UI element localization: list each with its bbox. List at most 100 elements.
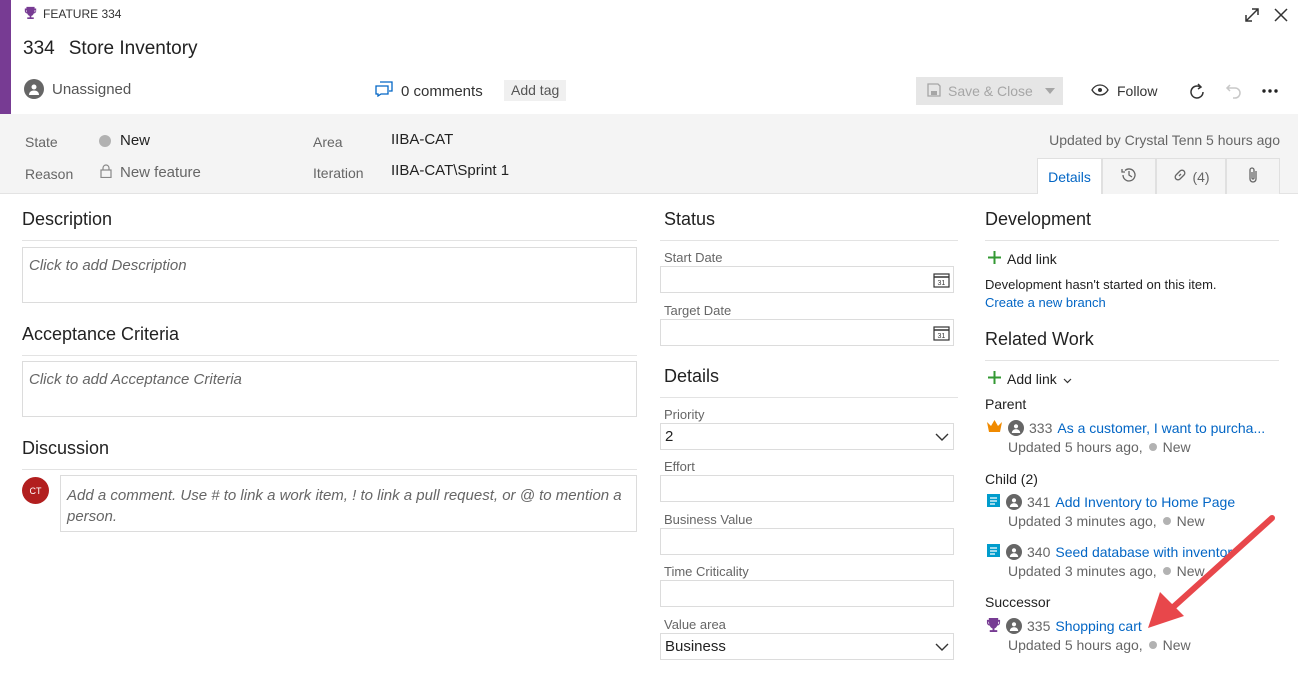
trophy-icon	[986, 617, 1001, 635]
calendar-icon[interactable]: 31	[933, 325, 950, 344]
close-icon[interactable]	[1273, 7, 1289, 26]
divider	[985, 240, 1279, 241]
dev-status-text: Development hasn't started on this item.	[985, 277, 1217, 292]
value-area-label: Value area	[664, 617, 726, 632]
assigned-to-label: Unassigned	[52, 80, 132, 98]
related-add-link-button[interactable]: Add link	[988, 371, 1072, 387]
value-area-select[interactable]: Business	[660, 633, 954, 660]
work-item-type: FEATURE 334	[24, 6, 121, 22]
work-item-type-label: FEATURE 334	[43, 7, 122, 21]
development-title: Development	[985, 209, 1092, 229]
updated-text: Updated 5 hours ago,	[1008, 637, 1143, 653]
more-actions-icon[interactable]	[1261, 83, 1279, 99]
child-label: Child (2)	[985, 471, 1038, 487]
details-title: Details	[664, 366, 720, 386]
person-icon	[1006, 494, 1022, 510]
work-item-id: 333	[1029, 419, 1053, 436]
plus-icon	[988, 371, 1001, 387]
work-item-title-text[interactable]: Store Inventory	[69, 38, 198, 60]
chevron-down-icon	[1063, 371, 1072, 387]
save-icon	[926, 82, 942, 101]
crown-icon	[986, 419, 1003, 436]
area-label: Area	[313, 134, 343, 150]
description-editor[interactable]: Click to add Description	[22, 247, 637, 303]
divider	[660, 240, 958, 241]
divider	[985, 360, 1279, 361]
target-date-input[interactable]	[660, 319, 954, 346]
reason-field: New feature	[100, 164, 201, 181]
backlog-item-icon	[986, 493, 1001, 511]
effort-input[interactable]	[660, 475, 954, 502]
acceptance-criteria-editor[interactable]: Click to add Acceptance Criteria	[22, 361, 637, 417]
state-dot-icon	[1148, 641, 1157, 649]
svg-text:31: 31	[938, 333, 946, 340]
tab-links[interactable]: (4)	[1156, 158, 1226, 194]
work-item-id: 340	[1027, 544, 1051, 560]
refresh-icon[interactable]	[1187, 82, 1207, 102]
add-link-label: Add link	[1007, 371, 1057, 387]
discussion-title: Discussion	[22, 438, 110, 458]
add-tag-button[interactable]: Add tag	[504, 80, 567, 101]
value-area-value: Business	[665, 638, 726, 655]
divider	[660, 397, 958, 398]
state-field[interactable]: New	[99, 132, 150, 149]
iteration-value[interactable]: IIBA-CAT\Sprint 1	[391, 162, 509, 179]
reason-label: Reason	[25, 166, 74, 182]
follow-button[interactable]: Follow	[1091, 83, 1157, 99]
expand-icon[interactable]	[1243, 6, 1261, 27]
discussion-placeholder: Add a comment. Use # to link a work item…	[67, 487, 622, 525]
start-date-label: Start Date	[664, 250, 723, 265]
state-text: New	[1162, 439, 1191, 455]
person-icon	[1006, 544, 1022, 560]
tab-history[interactable]	[1102, 158, 1156, 194]
undo-icon[interactable]	[1225, 82, 1243, 100]
acceptance-placeholder: Click to add Acceptance Criteria	[29, 371, 242, 388]
tab-bar: Details (4)	[1037, 158, 1280, 194]
related-work-title: Related Work	[985, 329, 1094, 349]
work-item-id: 334	[23, 38, 55, 59]
lock-icon	[100, 164, 112, 181]
dev-add-link-button[interactable]: Add link	[988, 251, 1057, 267]
parent-label: Parent	[985, 396, 1027, 412]
time-criticality-input[interactable]	[660, 580, 954, 607]
tab-details[interactable]: Details	[1037, 158, 1102, 194]
state-text: New	[1162, 637, 1191, 653]
add-link-label: Add link	[1007, 251, 1057, 267]
time-criticality-label: Time Criticality	[664, 564, 749, 579]
target-date-label: Target Date	[664, 303, 732, 318]
business-value-input[interactable]	[660, 528, 954, 555]
work-item-color-bar	[0, 0, 11, 114]
calendar-icon[interactable]: 31	[933, 272, 950, 291]
updated-text: Updated 3 minutes ago,	[1008, 513, 1157, 529]
iteration-label: Iteration	[313, 165, 364, 181]
divider	[22, 355, 637, 356]
divider	[22, 240, 637, 241]
priority-select[interactable]: 2	[660, 423, 954, 450]
area-value[interactable]: IIBA-CAT	[391, 131, 453, 148]
start-date-input[interactable]	[660, 266, 954, 293]
child-work-item-link[interactable]: Add Inventory to Home Page	[1055, 494, 1235, 510]
tab-attachments[interactable]	[1226, 158, 1280, 194]
save-close-button[interactable]: Save & Close	[916, 77, 1063, 105]
list-item: 335 Shopping cart	[986, 617, 1142, 635]
discussion-input[interactable]: Add a comment. Use # to link a work item…	[60, 475, 637, 532]
create-branch-link[interactable]: Create a new branch	[985, 295, 1106, 310]
parent-work-item-link[interactable]: As a customer, I want to purcha...	[1057, 420, 1265, 436]
comment-icon	[375, 81, 393, 101]
acceptance-criteria-title: Acceptance Criteria	[22, 324, 180, 344]
list-item: 341 Add Inventory to Home Page	[986, 493, 1235, 511]
description-title: Description	[22, 209, 113, 229]
state-dot-icon	[1148, 443, 1157, 451]
status-title: Status	[664, 209, 716, 229]
business-value-label: Business Value	[664, 512, 753, 527]
work-item-id: 335	[1027, 618, 1051, 634]
updated-by-text[interactable]: Updated by Crystal Tenn 5 hours ago	[1049, 132, 1280, 148]
successor-label: Successor	[985, 594, 1051, 610]
comments-link[interactable]: 0 comments	[375, 81, 483, 101]
successor-work-item-link[interactable]: Shopping cart	[1055, 618, 1141, 634]
chevron-down-icon	[935, 639, 949, 655]
assigned-to[interactable]: Unassigned	[24, 79, 131, 99]
save-dropdown-icon[interactable]	[1036, 88, 1063, 94]
save-close-label: Save & Close	[948, 83, 1033, 99]
effort-label: Effort	[664, 459, 695, 474]
